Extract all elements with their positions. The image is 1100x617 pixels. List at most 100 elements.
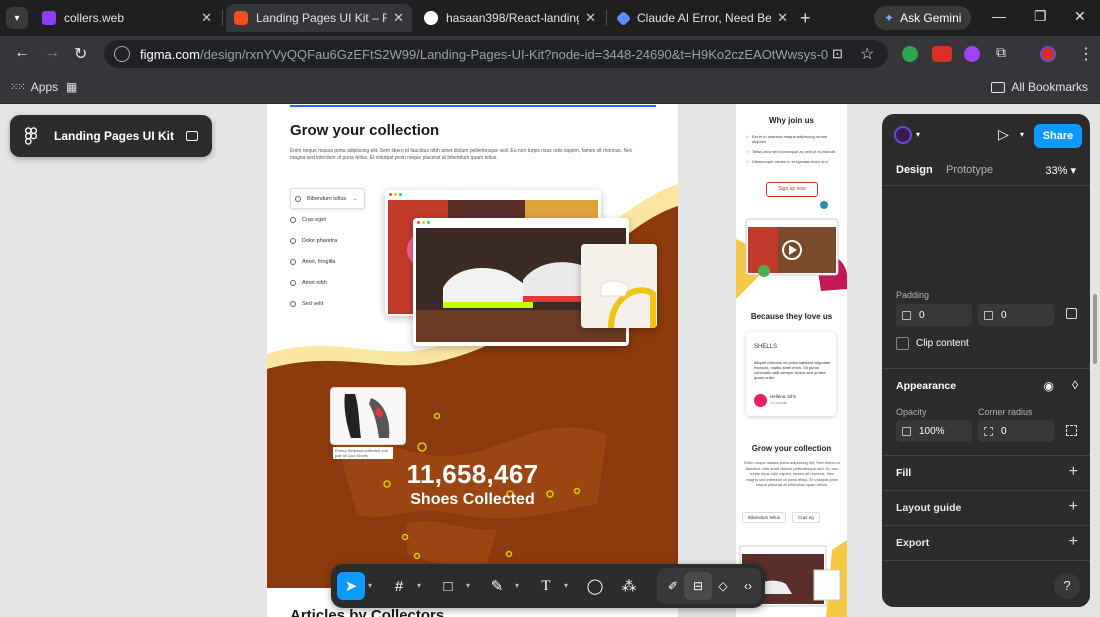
share-button[interactable]: Share [1034,124,1082,148]
browser-tab[interactable]: hasaan398/React-landing-pa ✕ [416,4,604,32]
independent-corners-icon[interactable] [1066,425,1077,436]
opacity-field[interactable]: 100% [896,420,972,442]
blend-mode-icon[interactable]: ◊ [1072,378,1078,392]
rectangle-tool-icon[interactable]: □ [434,572,462,600]
tab-prototype[interactable]: Prototype [946,164,993,176]
site-info-icon[interactable] [114,46,130,62]
close-tab-icon[interactable]: ✕ [201,10,212,26]
chevron-down-icon[interactable]: ▾ [466,581,470,590]
minimize-icon[interactable]: — [992,8,1006,24]
mobile-artboard[interactable]: Why join us Est et in pharetra magna adi… [736,104,847,617]
code-mode-icon[interactable]: ‹› [734,572,762,600]
browser-tab-active[interactable]: Landing Pages UI Kit – Figma ✕ [226,4,412,32]
why-item: Est et in pharetra magna adipiscing orna… [746,134,838,144]
fill-section[interactable]: Fill + [882,455,1090,490]
padding-label: Padding [896,290,930,300]
profile-avatar[interactable] [1040,46,1056,62]
extensions-puzzle-icon[interactable]: ⧉ [996,44,1006,61]
landing-page-artboard[interactable]: Grow your collection Enim neque massa po… [267,104,678,617]
video-section-graphic [736,201,847,299]
properties-panel: ▾ ▷ ▾ Share Design Prototype 33% ▾ Paddi… [882,114,1090,607]
chevron-down-icon[interactable]: ▾ [515,581,519,590]
mobile-category-tab[interactable]: Cras eg [792,512,820,523]
chevron-down-icon[interactable]: ▾ [417,581,421,590]
reload-icon[interactable]: ↻ [74,44,87,64]
why-item: Ullamcorper ornare in et egestas dolor o… [746,159,838,164]
visibility-eye-icon[interactable]: ◉ [1044,379,1054,393]
move-tool-icon[interactable]: ➤ [337,572,365,600]
close-window-icon[interactable]: ✕ [1074,8,1086,25]
all-bookmarks[interactable]: All Bookmarks [991,80,1088,94]
color-swatch[interactable] [1020,572,1033,585]
ask-gemini-button[interactable]: ✦ Ask Gemini [874,6,972,30]
figma-logo-icon[interactable] [24,127,38,145]
extension-new-icon[interactable] [932,46,952,62]
mobile-category-tab[interactable]: Bibendum tellus [742,512,787,523]
chrome-menu-icon[interactable]: ⋮ [1078,44,1094,64]
text-tool-icon[interactable]: T [532,572,560,600]
gemini-label: Ask Gemini [900,11,962,25]
signup-button[interactable]: Sign up now [766,182,818,197]
figma-canvas[interactable]: Landing Pages UI Kit Grow your collectio… [0,104,1100,617]
present-play-icon[interactable]: ▷ [998,126,1009,143]
corner-radius-field[interactable]: 0 [978,420,1054,442]
lens-icon[interactable]: ⊡ [832,46,843,62]
opacity-icon [902,426,911,436]
pen-tool-icon[interactable]: ✎ [483,572,511,600]
apps-bookmark[interactable]: ⁙⁙ Apps [10,80,58,94]
tab-design[interactable]: Design [896,164,933,176]
browser-tab[interactable]: Claude AI Error, Need Better ✕ [610,4,796,32]
chevron-down-icon[interactable]: ▾ [564,581,568,590]
add-effect-icon[interactable]: + [1069,533,1078,551]
more-colors-count[interactable]: +1 [1063,572,1074,583]
color-swatch[interactable] [1000,572,1013,585]
gemini-sparkle-icon: ✦ [884,11,895,25]
stroke-section[interactable]: Stroke + [882,490,1090,525]
chevron-down-icon[interactable]: ▾ [1020,130,1024,139]
close-tab-icon[interactable]: ✕ [585,10,596,26]
padding-horizontal-field[interactable]: 0 [896,304,972,326]
effects-section[interactable]: Effects + [882,525,1090,560]
testimonial-role: Co-founder [770,401,788,405]
forward-arrow-icon[interactable]: → [44,44,60,62]
draw-mode-icon[interactable]: ✐ [659,572,687,600]
padding-vertical-field[interactable]: 0 [978,304,1054,326]
individual-padding-icon[interactable] [1066,308,1077,319]
testimonial-card: SHELLS Aliquet ridiculus mi porta habita… [746,332,836,416]
close-tab-icon[interactable]: ✕ [777,10,788,26]
zoom-dropdown[interactable]: 33% ▾ [1045,164,1076,177]
all-bookmarks-label: All Bookmarks [1011,80,1088,94]
add-fill-icon[interactable]: + [1069,463,1078,481]
tab-groups-icon[interactable]: ▦ [66,80,77,94]
chevron-down-icon[interactable]: ▾ [916,130,920,139]
add-stroke-icon[interactable]: + [1069,498,1078,516]
design-mode-icon[interactable]: ⊟ [684,572,712,600]
user-avatar[interactable] [894,126,912,144]
address-bar[interactable]: figma.com /design/rxnYVyQQFau6GzEFtS2W99… [104,40,888,68]
tab-divider [222,10,223,26]
tab-search-button[interactable]: ▾ [6,7,28,29]
file-name-chip[interactable]: Landing Pages UI Kit [10,115,212,157]
back-arrow-icon[interactable]: ← [14,44,30,62]
why-heading: Why join us [769,116,814,125]
sidebar-toggle-icon[interactable] [186,131,198,141]
new-tab-button[interactable]: + [800,8,811,29]
color-swatch[interactable] [1041,572,1054,585]
canvas-scrollbar[interactable] [1093,294,1097,364]
dev-mode-icon[interactable]: ◇ [709,572,737,600]
actions-tool-icon[interactable]: ⁂ [615,572,643,600]
selection-colors-title: Selection colors [896,572,978,584]
chevron-down-icon[interactable]: ▾ [368,581,372,590]
browser-tab[interactable]: collers.web ✕ [34,4,220,32]
restore-icon[interactable]: ❐ [1034,8,1047,25]
frame-tool-icon[interactable]: # [385,572,413,600]
clip-content-checkbox[interactable] [896,337,909,350]
testimonial-heading: Because they love us [750,312,833,321]
close-tab-icon[interactable]: ✕ [393,10,404,26]
bookmark-star-icon[interactable]: ☆ [860,44,874,64]
map-pin-markers [383,412,581,560]
extension-icon[interactable] [964,46,980,62]
extension-icon[interactable] [902,46,918,62]
gemini-favicon-icon [615,10,632,26]
comment-tool-icon[interactable]: ◯ [581,572,609,600]
